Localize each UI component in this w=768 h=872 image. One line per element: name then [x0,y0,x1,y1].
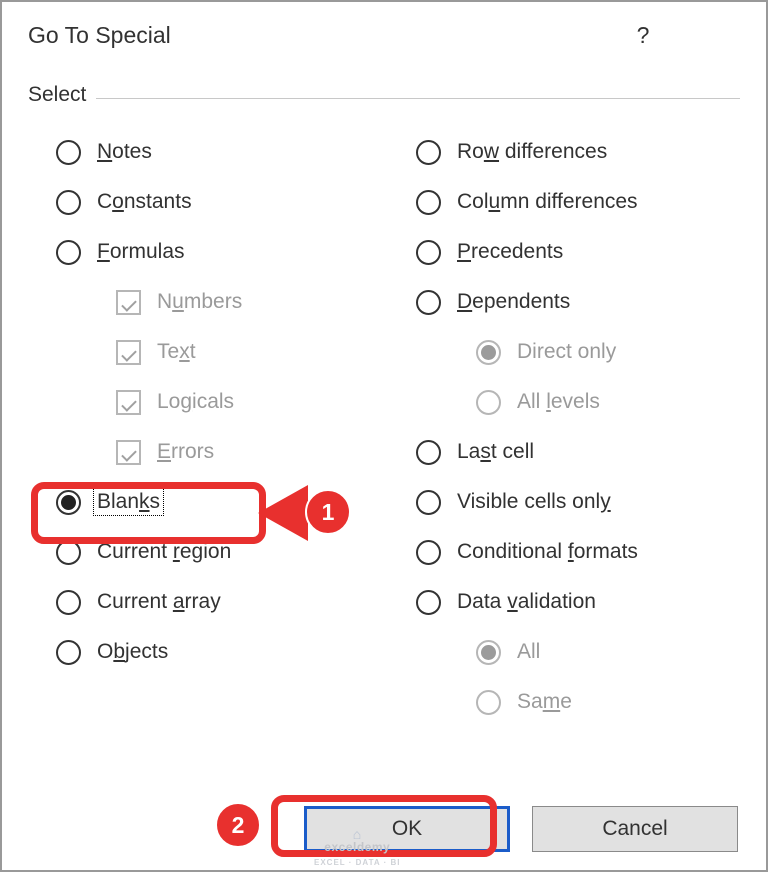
checkbox-errors: Errors [56,427,416,477]
option-label: Current region [97,540,231,564]
radio-icon [476,640,501,665]
radio-icon [476,690,501,715]
radio-icon [56,190,81,215]
radio-last-cell[interactable]: Last cell [416,427,740,477]
option-label: Dependents [457,290,570,314]
ok-button[interactable]: OK [304,806,510,852]
checkbox-icon [116,340,141,365]
radio-icon [56,640,81,665]
option-label: Precedents [457,240,563,264]
radio-current-array[interactable]: Current array [56,577,416,627]
option-label: Row differences [457,140,607,164]
option-label: Conditional formats [457,540,638,564]
cancel-button[interactable]: Cancel [532,806,738,852]
callout-2: 2 [215,802,261,848]
option-label: Last cell [457,440,534,464]
radio-icon [416,140,441,165]
left-column: Notes Constants Formulas Numbers Text Logical… [56,127,416,727]
option-label: Text [157,340,196,364]
radio-icon [416,540,441,565]
radio-all: All [416,627,740,677]
option-label: Numbers [157,290,242,314]
option-label: Visible cells only [457,490,611,514]
option-label: All levels [517,390,600,414]
group-divider [96,98,740,99]
radio-same: Same [416,677,740,727]
close-button[interactable] [698,15,748,55]
radio-icon [56,590,81,615]
option-label: Logicals [157,390,234,414]
radio-visible-cells-only[interactable]: Visible cells only [416,477,740,527]
radio-direct-only: Direct only [416,327,740,377]
radio-icon [56,240,81,265]
watermark-subtext: EXCEL · DATA · BI [314,858,400,867]
radio-icon [416,240,441,265]
radio-row-differences[interactable]: Row differences [416,127,740,177]
radio-icon [476,340,501,365]
option-label: Formulas [97,240,185,264]
select-group: Select [28,98,740,99]
options-area: Notes Constants Formulas Numbers Text Logical… [2,99,766,727]
radio-notes[interactable]: Notes [56,127,416,177]
option-label: Constants [97,190,192,214]
radio-icon [476,390,501,415]
radio-column-differences[interactable]: Column differences [416,177,740,227]
titlebar: Go To Special ? [2,2,766,64]
radio-blanks[interactable]: Blanks [56,477,416,527]
option-label: Data validation [457,590,596,614]
dialog-buttons: OK Cancel [304,806,738,852]
radio-current-region[interactable]: Current region [56,527,416,577]
radio-icon [56,140,81,165]
radio-icon [56,490,81,515]
radio-icon [416,190,441,215]
radio-icon [416,290,441,315]
radio-icon [416,490,441,515]
option-label: Same [517,690,572,714]
radio-icon [416,590,441,615]
radio-conditional-formats[interactable]: Conditional formats [416,527,740,577]
help-button[interactable]: ? [618,15,668,55]
checkbox-logicals: Logicals [56,377,416,427]
option-label: Direct only [517,340,616,364]
option-label: Errors [157,440,214,464]
select-label: Select [28,83,96,107]
go-to-special-dialog: Go To Special ? Select Notes Constants For… [0,0,768,872]
checkbox-text: Text [56,327,416,377]
option-label: All [517,640,540,664]
checkbox-icon [116,390,141,415]
option-label: Current array [97,590,221,614]
radio-formulas[interactable]: Formulas [56,227,416,277]
radio-constants[interactable]: Constants [56,177,416,227]
radio-objects[interactable]: Objects [56,627,416,677]
checkbox-numbers: Numbers [56,277,416,327]
radio-icon [416,440,441,465]
checkbox-icon [116,440,141,465]
option-label: Column differences [457,190,638,214]
right-column: Row differences Column differences Precede… [416,127,740,727]
radio-data-validation[interactable]: Data validation [416,577,740,627]
radio-precedents[interactable]: Precedents [416,227,740,277]
dialog-title: Go To Special [28,22,618,49]
option-label: Blanks [93,488,164,516]
radio-icon [56,540,81,565]
radio-dependents[interactable]: Dependents [416,277,740,327]
checkbox-icon [116,290,141,315]
option-label: Objects [97,640,168,664]
option-label: Notes [97,140,152,164]
radio-all-levels: All levels [416,377,740,427]
